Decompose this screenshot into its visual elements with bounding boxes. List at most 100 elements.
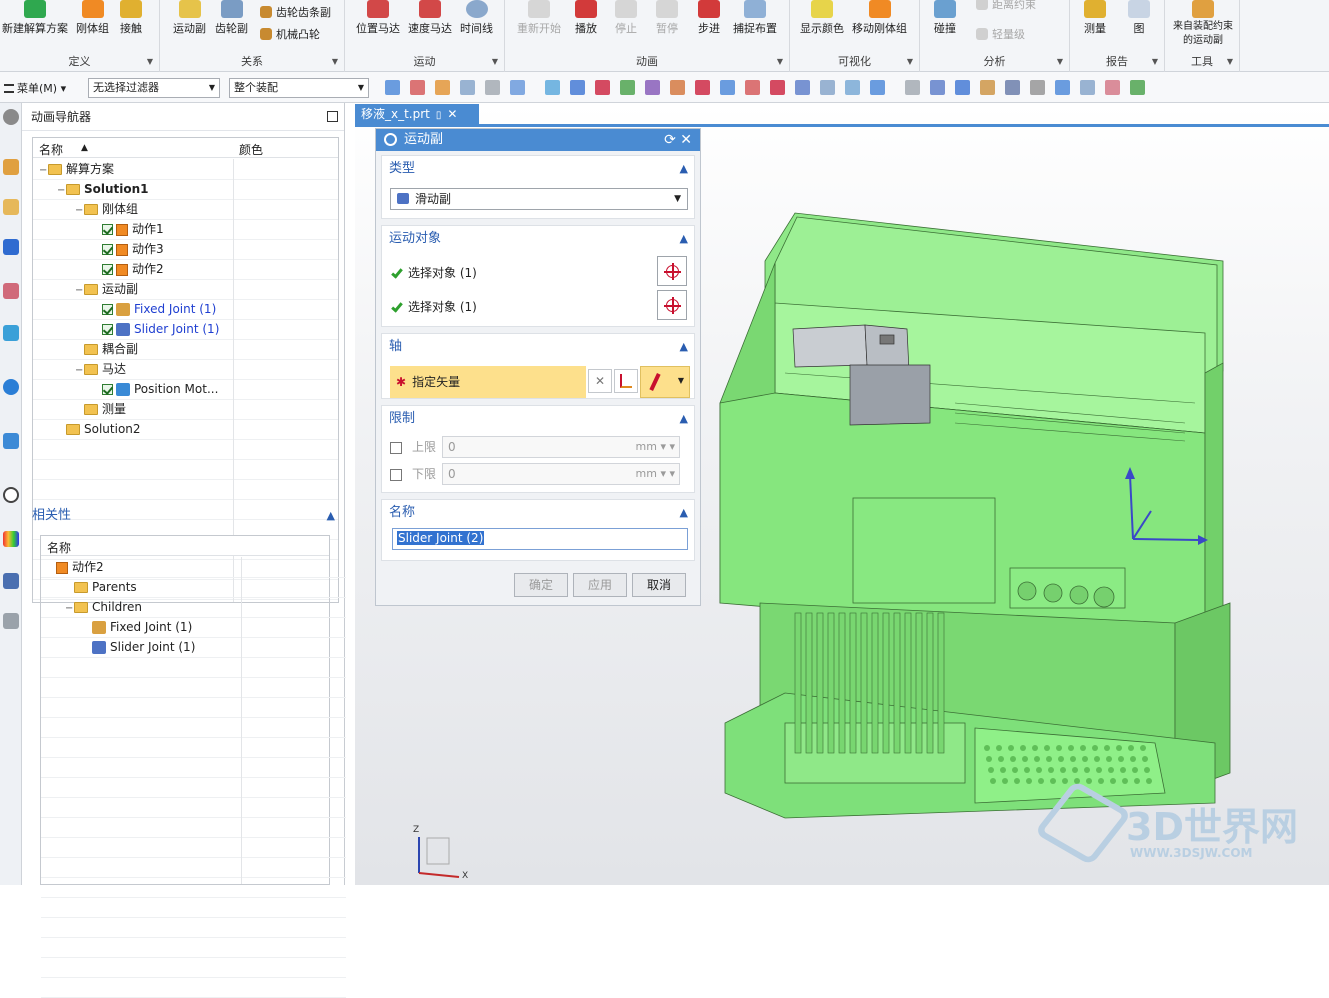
cam-button[interactable]: 机械凸轮: [260, 26, 320, 42]
palette-icon[interactable]: [3, 531, 19, 547]
system-scene-icon[interactable]: [3, 613, 19, 629]
select-icon[interactable]: [385, 80, 400, 95]
collision-button[interactable]: 碰撞: [934, 0, 956, 36]
tab-part-file[interactable]: 移液_x_t.prt ▯ ✕: [355, 104, 479, 124]
maximize-icon[interactable]: [327, 111, 338, 122]
plane-icon[interactable]: [820, 80, 835, 95]
chevron-down-icon[interactable]: ▼: [1152, 57, 1158, 66]
tree-row[interactable]: 动作2: [47, 557, 104, 577]
part-icon[interactable]: [410, 80, 425, 95]
tree-row[interactable]: Slider Joint (1): [83, 637, 195, 657]
motion-body-header[interactable]: 运动对象 ▲: [382, 226, 694, 252]
reset-icon[interactable]: ⟳: [664, 132, 676, 148]
close-icon[interactable]: ✕: [680, 132, 692, 148]
scope-select[interactable]: 整个装配 ▼: [229, 78, 369, 98]
midpoint-icon[interactable]: [745, 80, 760, 95]
shade-icon[interactable]: [1005, 80, 1020, 95]
contact-button[interactable]: 接触: [120, 0, 142, 36]
new-solution-button[interactable]: 新建解算方案: [2, 0, 68, 36]
apply-button[interactable]: 应用: [573, 573, 627, 597]
tree-row[interactable]: Position Mot...: [93, 379, 218, 399]
zoom-icon[interactable]: [1105, 80, 1120, 95]
constraint-navigator-icon[interactable]: [3, 239, 19, 255]
select-object-row[interactable]: 选择对象 (1): [391, 298, 477, 315]
collapse-icon[interactable]: ▲: [680, 156, 688, 182]
arc-icon[interactable]: [670, 80, 685, 95]
pan-icon[interactable]: [1080, 80, 1095, 95]
collapse-icon[interactable]: ▲: [680, 406, 688, 432]
collapse-icon[interactable]: ▲: [680, 500, 688, 526]
dialog-titlebar[interactable]: 运动副 ⟳ ✕: [376, 129, 700, 151]
tree-row[interactable]: Fixed Joint (1): [83, 617, 192, 637]
name-header[interactable]: 名称 ▲: [382, 500, 694, 526]
chevron-down-icon[interactable]: ▼: [1057, 57, 1063, 66]
chevron-down-icon[interactable]: ▼: [907, 57, 913, 66]
tree-row[interactable]: Slider Joint (1): [93, 319, 219, 339]
relations-header[interactable]: 相关性 ▲: [32, 505, 339, 527]
crosshair-icon[interactable]: [770, 80, 785, 95]
expand-toggle-icon[interactable]: −: [39, 161, 48, 181]
column-name[interactable]: 名称: [47, 539, 71, 556]
column-separator[interactable]: [241, 557, 242, 884]
play-button[interactable]: 播放: [575, 0, 597, 36]
expand-toggle-icon[interactable]: −: [75, 201, 84, 221]
limits-header[interactable]: 限制 ▲: [382, 406, 694, 432]
feature-icon[interactable]: [460, 80, 475, 95]
curve-icon[interactable]: [645, 80, 660, 95]
tree-row[interactable]: Parents: [65, 577, 137, 597]
capture-layout-button[interactable]: 捕捉布置: [733, 0, 777, 36]
chevron-down-icon[interactable]: ▼: [492, 57, 498, 66]
collapse-icon[interactable]: ▲: [680, 334, 688, 360]
expand-toggle-icon[interactable]: −: [75, 361, 84, 381]
clock-icon[interactable]: [3, 487, 19, 503]
section-icon[interactable]: [980, 80, 995, 95]
chevron-down-icon[interactable]: ▼: [1227, 57, 1233, 66]
position-motor-button[interactable]: 位置马达: [356, 0, 400, 36]
rotate-icon[interactable]: [1055, 80, 1070, 95]
tree-row[interactable]: − 刚体组: [75, 199, 138, 219]
upper-limit-input[interactable]: 0 mm ▾ ▾: [442, 436, 680, 458]
part-navigator-icon[interactable]: [3, 283, 19, 299]
tree-row[interactable]: − 马达: [75, 359, 126, 379]
vector-type-dropdown[interactable]: ▼: [640, 366, 690, 398]
show-color-button[interactable]: 显示颜色: [800, 0, 844, 36]
center-icon[interactable]: [695, 80, 710, 95]
lightweight-button[interactable]: 轻量级: [976, 26, 1025, 42]
visibility-checkbox[interactable]: [102, 384, 113, 395]
orient-icon[interactable]: [1130, 80, 1145, 95]
tree-row[interactable]: − 解算方案: [39, 159, 114, 179]
step-button[interactable]: 步进: [698, 0, 720, 36]
expand-toggle-icon[interactable]: −: [57, 181, 66, 201]
point-icon[interactable]: [570, 80, 585, 95]
reuse-library-icon[interactable]: [3, 325, 19, 341]
tree-row[interactable]: 动作3: [93, 239, 164, 259]
menu-button[interactable]: 菜单(M) ▾: [4, 80, 66, 96]
gear-joint-button[interactable]: 齿轮副: [215, 0, 248, 36]
joint-type-select[interactable]: 滑动副 ▼: [390, 188, 688, 210]
tree-row[interactable]: − Children: [65, 597, 142, 617]
vector-dialog-button[interactable]: [614, 369, 638, 393]
unit-select[interactable]: mm ▾ ▾: [636, 464, 675, 484]
face-icon[interactable]: [510, 80, 525, 95]
stop-button[interactable]: 停止: [615, 0, 637, 36]
intersect-icon[interactable]: [720, 80, 735, 95]
edge-icon[interactable]: [545, 80, 560, 95]
vector-icon[interactable]: [795, 80, 810, 95]
timeline-button[interactable]: 时间线: [460, 0, 493, 36]
pause-button[interactable]: 暂停: [656, 0, 678, 36]
joint-name-input[interactable]: Slider Joint (2): [392, 528, 688, 550]
restart-button[interactable]: 重新开始: [517, 0, 561, 36]
visibility-checkbox[interactable]: [102, 264, 113, 275]
column-name[interactable]: 名称: [39, 141, 63, 158]
select-object-button[interactable]: [657, 256, 687, 286]
unit-select[interactable]: mm ▾ ▾: [636, 437, 675, 457]
roles-icon[interactable]: [3, 573, 19, 589]
tree-row[interactable]: Solution2: [57, 419, 141, 439]
web-browser-icon[interactable]: [3, 379, 19, 395]
render-icon[interactable]: [905, 80, 920, 95]
tree-row[interactable]: 动作2: [93, 259, 164, 279]
ok-button[interactable]: 确定: [514, 573, 568, 597]
assembly-navigator-icon[interactable]: [3, 199, 19, 215]
chevron-down-icon[interactable]: ▼: [147, 57, 153, 66]
lower-limit-input[interactable]: 0 mm ▾ ▾: [442, 463, 680, 485]
